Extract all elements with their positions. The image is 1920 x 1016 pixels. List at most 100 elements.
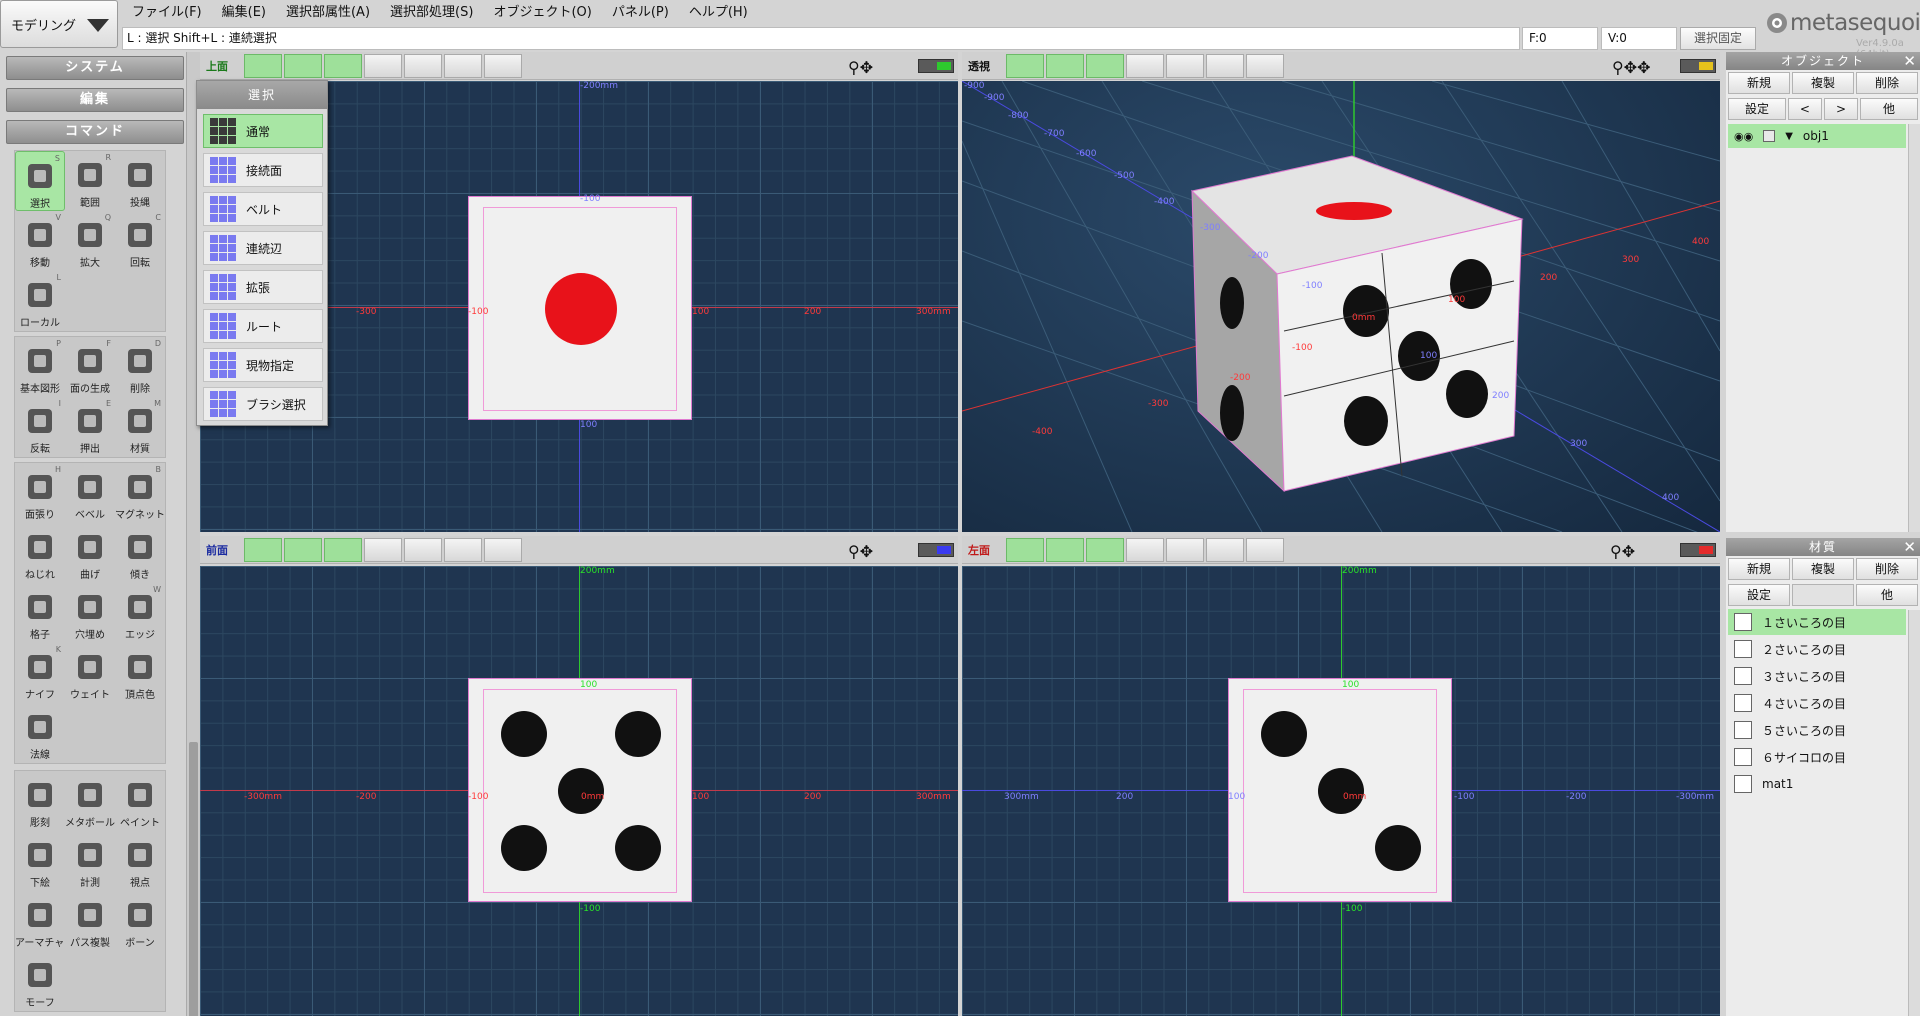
display-mode-icon[interactable] <box>918 543 954 557</box>
menu-selection-process[interactable]: 選択部処理(S) <box>380 0 483 26</box>
tool-scale[interactable]: 拡大 Q <box>65 211 115 271</box>
object-row[interactable]: ◉◉ ▼ obj1 <box>1728 124 1906 148</box>
wireframe-button[interactable] <box>1166 538 1204 562</box>
settings-gear-icon[interactable] <box>444 54 482 78</box>
select-mode-item[interactable]: 接続面 <box>203 153 323 187</box>
tool-delete[interactable]: 削除 D <box>115 337 165 397</box>
tool-local[interactable]: ローカル L <box>15 271 65 331</box>
material-list-scrollbar[interactable] <box>1908 610 1920 1016</box>
material-row[interactable]: ４さいころの目 <box>1728 690 1906 716</box>
vertex-mode-button[interactable] <box>244 54 282 78</box>
move-up-button[interactable]: < <box>1787 98 1822 120</box>
menu-edit[interactable]: 編集(E) <box>212 0 276 26</box>
material-settings-button[interactable]: 設定 <box>1728 584 1790 606</box>
projection-button[interactable] <box>364 54 402 78</box>
tool-weight[interactable]: ウェイト <box>65 643 115 703</box>
zoom-pan-icon[interactable]: ⚲✥ <box>1610 542 1635 561</box>
select-mode-item[interactable]: ブラシ選択 <box>203 387 323 421</box>
tool-select-arrow[interactable]: 選択 S <box>15 151 65 211</box>
vertex-mode-button[interactable] <box>1006 538 1044 562</box>
visibility-eye-icon[interactable]: ◉◉ <box>1734 130 1753 143</box>
tool-face-fill[interactable]: 面張り H <box>15 463 65 523</box>
menu-help[interactable]: ヘルプ(H) <box>679 0 758 26</box>
close-icon[interactable]: ✕ <box>1903 52 1916 70</box>
zoom-pan-icon[interactable]: ⚲✥ <box>848 58 873 77</box>
tool-camera[interactable]: 視点 <box>115 831 165 891</box>
edge-mode-button[interactable] <box>284 538 322 562</box>
tool-twist[interactable]: ねじれ <box>15 523 65 583</box>
tool-path-clone[interactable]: パス複製 <box>65 891 115 951</box>
material-row[interactable]: ６サイコロの目 <box>1728 744 1906 770</box>
settings-gear-icon[interactable] <box>444 538 482 562</box>
menu-selection-attributes[interactable]: 選択部属性(A) <box>276 0 380 26</box>
material-blank-button[interactable] <box>1792 584 1854 606</box>
tool-bone[interactable]: ボーン <box>115 891 165 951</box>
tool-slant[interactable]: 傾き <box>115 523 165 583</box>
tool-normal[interactable]: 法線 <box>15 703 65 763</box>
tool-create-face[interactable]: 面の生成 F <box>65 337 115 397</box>
projection-button[interactable] <box>1126 538 1164 562</box>
tool-armature[interactable]: アーマチャー <box>15 891 65 951</box>
settings-gear-icon[interactable] <box>1206 54 1244 78</box>
material-checkbox[interactable] <box>1734 694 1752 712</box>
scrollbar-thumb[interactable] <box>189 742 198 1016</box>
left-viewport[interactable]: 200mm 100 -100 300mm 200 100 0mm -100 -2… <box>962 566 1720 1016</box>
wireframe-button[interactable] <box>404 538 442 562</box>
edge-mode-button[interactable] <box>1046 54 1084 78</box>
material-checkbox[interactable] <box>1734 775 1752 793</box>
display-mode-icon[interactable] <box>1680 543 1716 557</box>
new-object-button[interactable]: 新規 <box>1728 72 1790 94</box>
cube-top-face[interactable] <box>468 196 692 420</box>
wireframe-button[interactable] <box>404 54 442 78</box>
object-list-scrollbar[interactable] <box>1908 124 1920 532</box>
face-mode-button[interactable] <box>1086 538 1124 562</box>
material-checkbox[interactable] <box>1734 640 1752 658</box>
lock-checkbox[interactable] <box>1763 130 1776 142</box>
reset-view-icon[interactable] <box>1246 538 1284 562</box>
select-mode-item[interactable]: 連続辺 <box>203 231 323 265</box>
select-mode-item[interactable]: 通常 <box>203 114 323 148</box>
face-mode-button[interactable] <box>324 538 362 562</box>
tool-rect-select[interactable]: 範囲 R <box>65 151 115 211</box>
delete-object-button[interactable]: 削除 <box>1856 72 1918 94</box>
vertex-mode-button[interactable] <box>244 538 282 562</box>
cube-front-face[interactable] <box>468 678 692 902</box>
display-mode-icon[interactable] <box>1680 59 1716 73</box>
material-checkbox[interactable] <box>1734 667 1752 685</box>
material-row[interactable]: １さいころの目 <box>1728 609 1906 635</box>
cube-side-face[interactable] <box>1228 678 1452 902</box>
zoom-pan-rotate-icon[interactable]: ⚲✥✥ <box>1612 58 1651 77</box>
tool-primitive[interactable]: 基本図形 P <box>15 337 65 397</box>
command-panel-header[interactable]: コマンド <box>6 120 184 144</box>
menu-panel[interactable]: パネル(P) <box>602 0 679 26</box>
zoom-pan-icon[interactable]: ⚲✥ <box>848 542 873 561</box>
delete-material-button[interactable]: 削除 <box>1856 558 1918 580</box>
material-other-button[interactable]: 他 <box>1856 584 1918 606</box>
duplicate-material-button[interactable]: 複製 <box>1792 558 1854 580</box>
wireframe-button[interactable] <box>1166 54 1204 78</box>
projection-button[interactable] <box>364 538 402 562</box>
tool-paint[interactable]: ペイント <box>115 771 165 831</box>
tool-material[interactable]: 材質 M <box>115 397 165 457</box>
face-mode-button[interactable] <box>324 54 362 78</box>
material-row[interactable]: ５さいころの目 <box>1728 717 1906 743</box>
tool-flip[interactable]: 反転 I <box>15 397 65 457</box>
settings-gear-icon[interactable] <box>1206 538 1244 562</box>
edge-mode-button[interactable] <box>284 54 322 78</box>
material-checkbox[interactable] <box>1734 613 1752 631</box>
perspective-viewport[interactable]: -900 -900 -800 -700 -600 -500 -400 -300 … <box>962 81 1720 532</box>
face-mode-button[interactable] <box>1086 54 1124 78</box>
close-icon[interactable]: ✕ <box>1903 538 1916 556</box>
select-mode-item[interactable]: 拡張 <box>203 270 323 304</box>
tool-magnet[interactable]: マグネット B <box>115 463 165 523</box>
tool-edge[interactable]: エッジ W <box>115 583 165 643</box>
tool-fill-hole[interactable]: 穴埋め <box>65 583 115 643</box>
selection-lock-button[interactable]: 選択固定 <box>1680 27 1756 50</box>
projection-button[interactable] <box>1126 54 1164 78</box>
material-checkbox[interactable] <box>1734 721 1752 739</box>
edit-panel-header[interactable]: 編集 <box>6 88 184 112</box>
tool-underlay[interactable]: 下絵 <box>15 831 65 891</box>
new-material-button[interactable]: 新規 <box>1728 558 1790 580</box>
object-other-button[interactable]: 他 <box>1860 98 1918 120</box>
display-mode-icon[interactable] <box>918 59 954 73</box>
